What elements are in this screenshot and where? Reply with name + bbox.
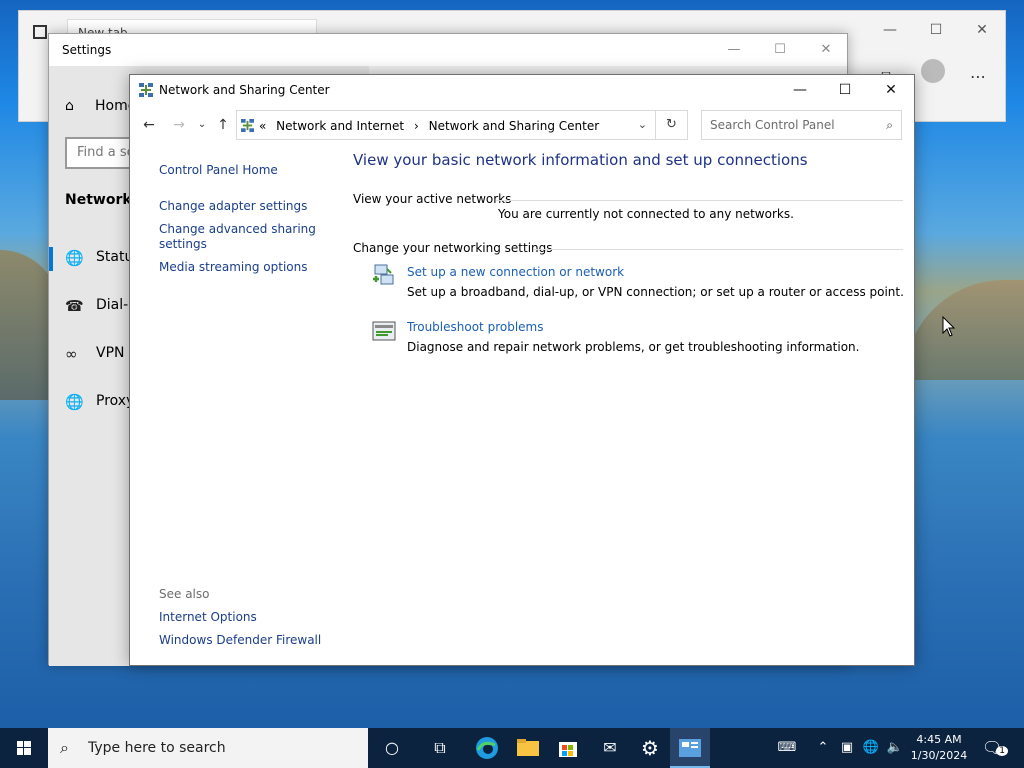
search-icon: ⌕ (886, 118, 893, 132)
breadcrumb-network-sharing-center[interactable]: Network and Sharing Center (429, 119, 600, 133)
volume-muted-icon[interactable]: 🔈 (884, 728, 906, 768)
network-center-icon (139, 83, 153, 97)
meet-now-icon[interactable]: ▣ (836, 728, 858, 768)
breadcrumb-network-internet[interactable]: Network and Internet (276, 119, 404, 133)
up-button[interactable]: ↑ (213, 115, 233, 135)
recent-locations-button[interactable]: ⌄ (192, 115, 212, 135)
new-connection-icon (373, 264, 394, 285)
change-settings-label: Change your networking settings (353, 241, 553, 255)
nsc-maximize-button[interactable]: ☐ (822, 75, 868, 105)
address-bar[interactable]: « Network and Internet › Network and Sha… (236, 110, 656, 140)
taskbar-search-box[interactable]: ⌕ Type here to search (48, 728, 368, 768)
change-advanced-sharing-link[interactable]: Change advanced sharing (159, 222, 316, 236)
wallpaper-hill-right (904, 280, 1024, 380)
clock-date: 1/30/2024 (910, 749, 968, 762)
connection-status-text: You are currently not connected to any n… (498, 207, 794, 221)
chevron-up-icon[interactable]: ⌃ (812, 728, 834, 768)
clock-time: 4:45 AM (916, 733, 962, 746)
search-placeholder: Search Control Panel (710, 118, 835, 132)
globe-icon: 🌐 (65, 393, 84, 411)
browser-maximize-button[interactable]: ☐ (913, 17, 959, 43)
troubleshoot-description: Diagnose and repair network problems, or… (407, 340, 860, 354)
taskbar-clock[interactable]: 4:45 AM 1/30/2024 (906, 732, 972, 764)
browser-tab-actions-icon[interactable] (33, 25, 47, 39)
breadcrumb: « Network and Internet › Network and Sha… (259, 119, 605, 133)
notification-center-icon[interactable]: 🗨1 (980, 728, 1010, 768)
change-adapter-settings-link[interactable]: Change adapter settings (159, 199, 307, 213)
refresh-button[interactable]: ↻ (656, 110, 688, 140)
notification-count-badge: 1 (996, 746, 1009, 756)
see-also-label: See also (159, 587, 210, 601)
divider (533, 249, 903, 250)
browser-minimize-button[interactable]: — (867, 17, 913, 43)
settings-nav-label: VPN (96, 345, 125, 361)
browser-close-button[interactable]: ✕ (959, 17, 1005, 43)
control-panel-taskbar-icon[interactable] (670, 728, 710, 768)
control-panel-icon (241, 119, 254, 132)
edge-icon[interactable] (467, 728, 507, 768)
forward-button[interactable]: → (169, 115, 189, 135)
settings-title: Settings (62, 43, 112, 57)
internet-options-link[interactable]: Internet Options (159, 610, 257, 624)
mouse-cursor (942, 316, 956, 337)
change-advanced-sharing-link-line2[interactable]: settings (159, 237, 207, 251)
start-button[interactable] (0, 728, 48, 768)
active-networks-group: View your active networks (353, 192, 903, 206)
divider (496, 200, 903, 201)
action-keyboard-icon[interactable]: ⌨ (772, 728, 802, 768)
search-control-panel-input[interactable]: Search Control Panel ⌕ (701, 110, 902, 140)
task-view-icon[interactable]: ⧉ (420, 728, 460, 768)
search-icon: ⌕ (60, 738, 69, 757)
network-sharing-center-window[interactable]: Network and Sharing Center — ☐ ✕ ← → ⌄ ↑… (129, 74, 915, 666)
settings-home-link[interactable]: ⌂ Home (65, 98, 136, 114)
breadcrumb-separator: › (413, 119, 419, 133)
taskbar: ⌕ Type here to search ○ ⧉ ✉ ⚙ ⌨ ⌃ ▣ 🌐 🔈 … (0, 728, 1024, 768)
windows-defender-firewall-link[interactable]: Windows Defender Firewall (159, 633, 321, 647)
settings-minimize-button[interactable]: — (711, 38, 757, 62)
setup-connection-link[interactable]: Set up a new connection or network (407, 265, 624, 279)
setup-connection-description: Set up a broadband, dial-up, or VPN conn… (407, 285, 904, 299)
network-status-icon[interactable]: 🌐 (860, 728, 882, 768)
settings-close-button[interactable]: ✕ (803, 38, 849, 62)
store-icon[interactable] (548, 728, 588, 768)
mail-icon[interactable]: ✉ (590, 728, 630, 768)
cortana-icon[interactable]: ○ (372, 728, 412, 768)
browser-menu-button[interactable]: ⋯ (964, 63, 992, 91)
back-button[interactable]: ← (139, 115, 159, 135)
taskbar-search-placeholder: Type here to search (88, 740, 226, 756)
dialup-icon: ☎ (65, 297, 84, 315)
nsc-close-button[interactable]: ✕ (868, 75, 914, 105)
vpn-icon: ∞ (65, 345, 78, 363)
file-explorer-icon[interactable] (508, 728, 548, 768)
address-row: ← → ⌄ ↑ « Network and Internet › Network… (130, 109, 914, 141)
change-settings-group: Change your networking settings (353, 241, 903, 255)
settings-gear-icon[interactable]: ⚙ (630, 728, 670, 768)
chevron-down-icon[interactable]: ⌄ (638, 118, 647, 131)
troubleshoot-icon (372, 321, 396, 341)
control-panel-home-link[interactable]: Control Panel Home (159, 163, 278, 177)
breadcrumb-overflow[interactable]: « (259, 119, 266, 133)
nsc-titlebar[interactable]: Network and Sharing Center — ☐ ✕ (130, 75, 914, 105)
home-icon: ⌂ (65, 98, 74, 114)
globe-icon: 🌐 (65, 249, 84, 267)
settings-titlebar[interactable]: Settings — ☐ ✕ (49, 34, 847, 66)
troubleshoot-problems-link[interactable]: Troubleshoot problems (407, 320, 543, 334)
nsc-title: Network and Sharing Center (159, 83, 330, 97)
active-networks-label: View your active networks (353, 192, 512, 206)
page-title: View your basic network information and … (353, 151, 808, 169)
media-streaming-options-link[interactable]: Media streaming options (159, 260, 307, 274)
nsc-minimize-button[interactable]: — (777, 75, 823, 105)
profile-avatar[interactable] (921, 59, 945, 83)
settings-maximize-button[interactable]: ☐ (757, 38, 803, 62)
